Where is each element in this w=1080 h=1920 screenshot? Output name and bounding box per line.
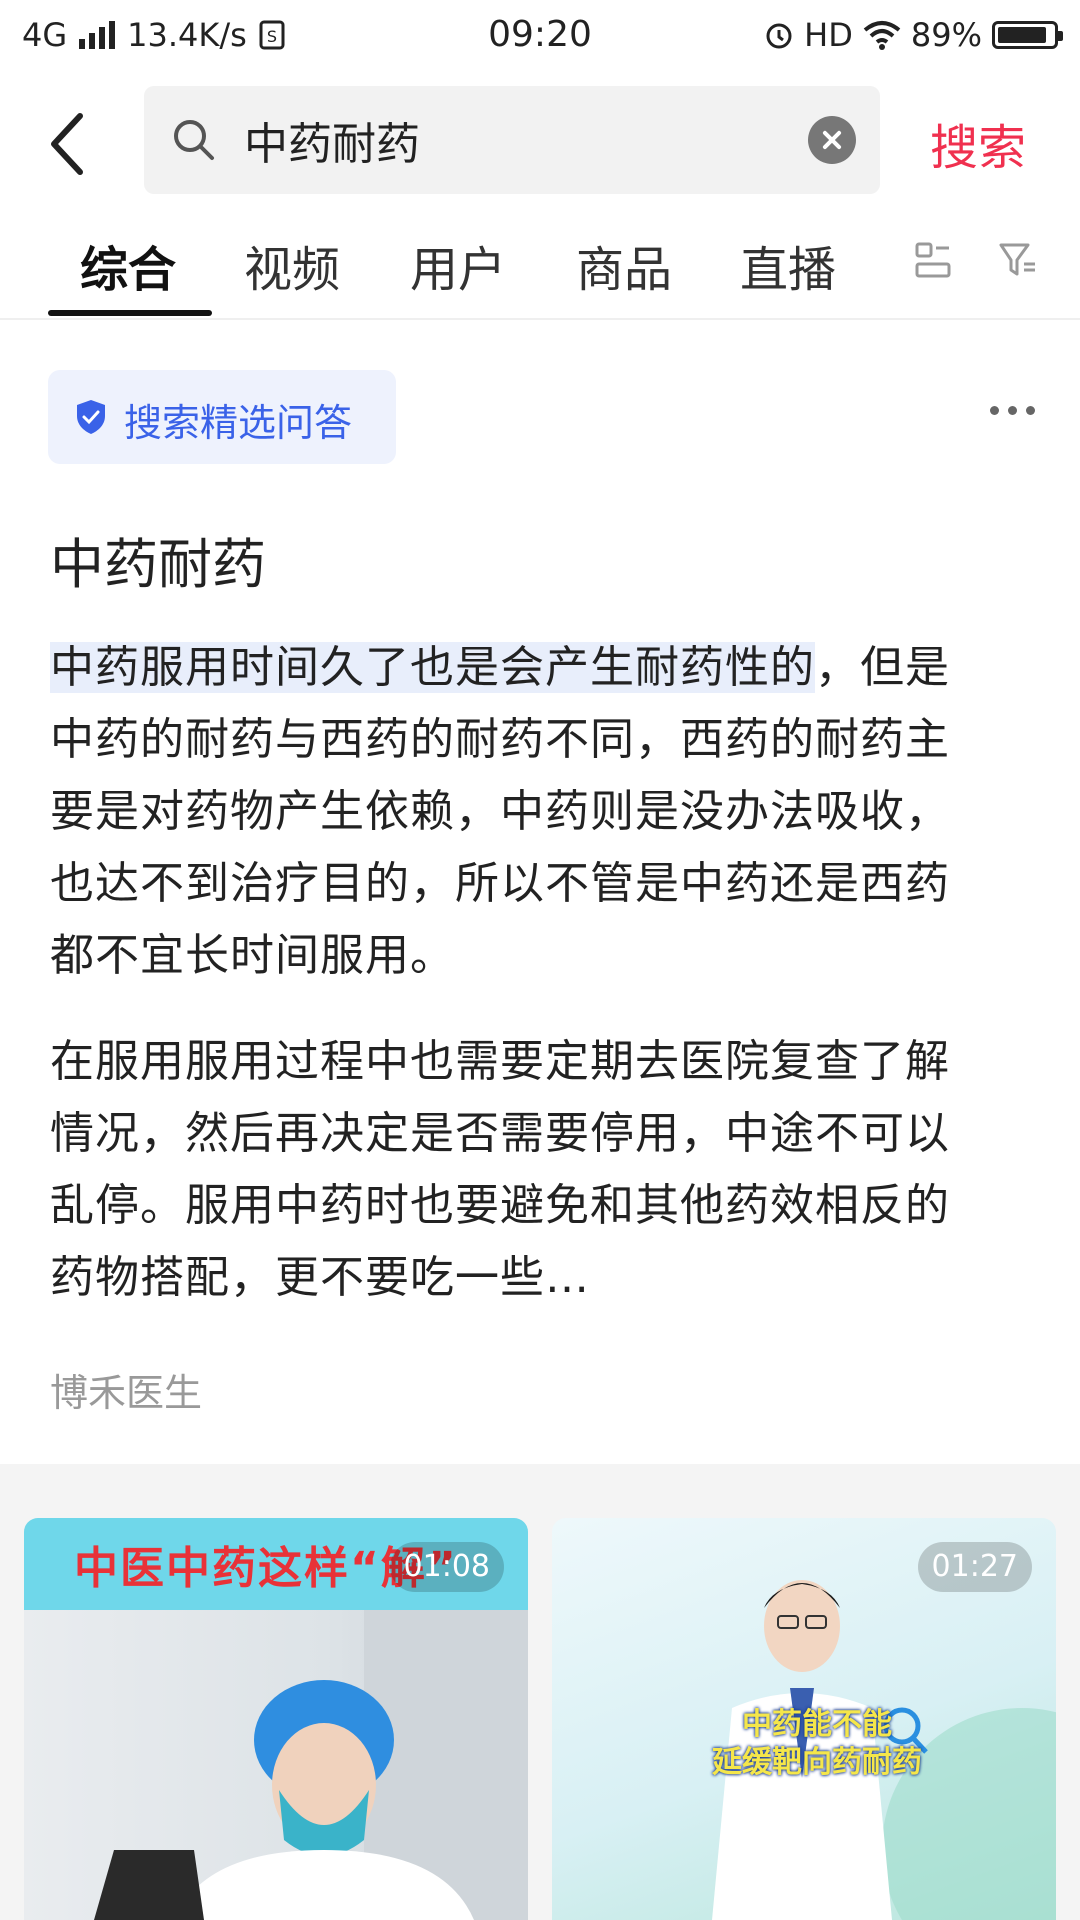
video-title-line-2: 延缓靶向药耐药	[712, 1745, 922, 1780]
battery-icon	[992, 21, 1063, 49]
video-duration: 01:27	[917, 1542, 1032, 1592]
video-duration: 01:08	[389, 1542, 504, 1592]
video-title-line-1: 中药能不能	[742, 1707, 892, 1742]
video-title: 中药能不能 延缓靶向药耐药	[702, 1706, 932, 1782]
search-input[interactable]: 中药耐药	[244, 108, 420, 172]
search-header: 中药耐药 搜索	[0, 76, 1080, 206]
highlighted-sentence: 中药服用时间久了也是会产生耐药性的	[50, 642, 815, 693]
status-right: HD 89%	[764, 16, 1063, 54]
hd-label: HD	[804, 16, 853, 54]
shield-check-icon	[77, 400, 105, 434]
wifi-icon	[863, 21, 901, 50]
layout-toggle-icon[interactable]	[914, 240, 952, 280]
clear-search-icon[interactable]	[808, 116, 856, 164]
tab-videos[interactable]: 视频	[244, 230, 340, 300]
answer-title: 中药耐药	[50, 533, 266, 596]
back-arrow-icon[interactable]	[40, 104, 100, 184]
status-bar: 4G 13.4K/s S 09:20 HD 89%	[0, 0, 1080, 76]
active-tab-indicator	[48, 310, 212, 316]
video-thumbnail	[24, 1610, 528, 1920]
battery-fill	[998, 27, 1046, 43]
alarm-icon	[766, 23, 792, 49]
tab-comprehensive[interactable]: 综合	[80, 230, 176, 300]
answer-paragraph-2[interactable]: 在服用服用过程中也需要定期去医院复查了解情况，然后再决定是否需要停用，中途不可以…	[50, 1026, 990, 1314]
more-options-icon[interactable]	[990, 400, 1036, 420]
search-icon	[174, 120, 214, 160]
search-box[interactable]: 中药耐药	[144, 86, 880, 194]
battery-percent: 89%	[910, 16, 982, 54]
video-card[interactable]: 中药能不能 延缓靶向药耐药 01:27	[552, 1518, 1056, 1920]
qa-source-badge[interactable]: 搜索精选问答	[48, 370, 396, 464]
video-card[interactable]: 中医中药这样“解” 01:08	[24, 1518, 528, 1920]
doctor-illustration	[94, 1610, 528, 1920]
tab-users[interactable]: 用户	[410, 230, 506, 300]
filter-icon[interactable]	[998, 240, 1038, 280]
tab-live[interactable]: 直播	[740, 230, 836, 300]
qa-badge-label: 搜索精选问答	[124, 401, 353, 445]
answer-paragraph-1[interactable]: 中药服用时间久了也是会产生耐药性的，但是中药的耐药与西药的耐药不同，西药的耐药主…	[50, 632, 990, 992]
search-tabs: 综合 视频 用户 商品 直播	[0, 206, 1080, 320]
search-button[interactable]: 搜索	[930, 108, 1026, 178]
tab-products[interactable]: 商品	[576, 230, 672, 300]
answer-source[interactable]: 博禾医生	[50, 1362, 202, 1417]
